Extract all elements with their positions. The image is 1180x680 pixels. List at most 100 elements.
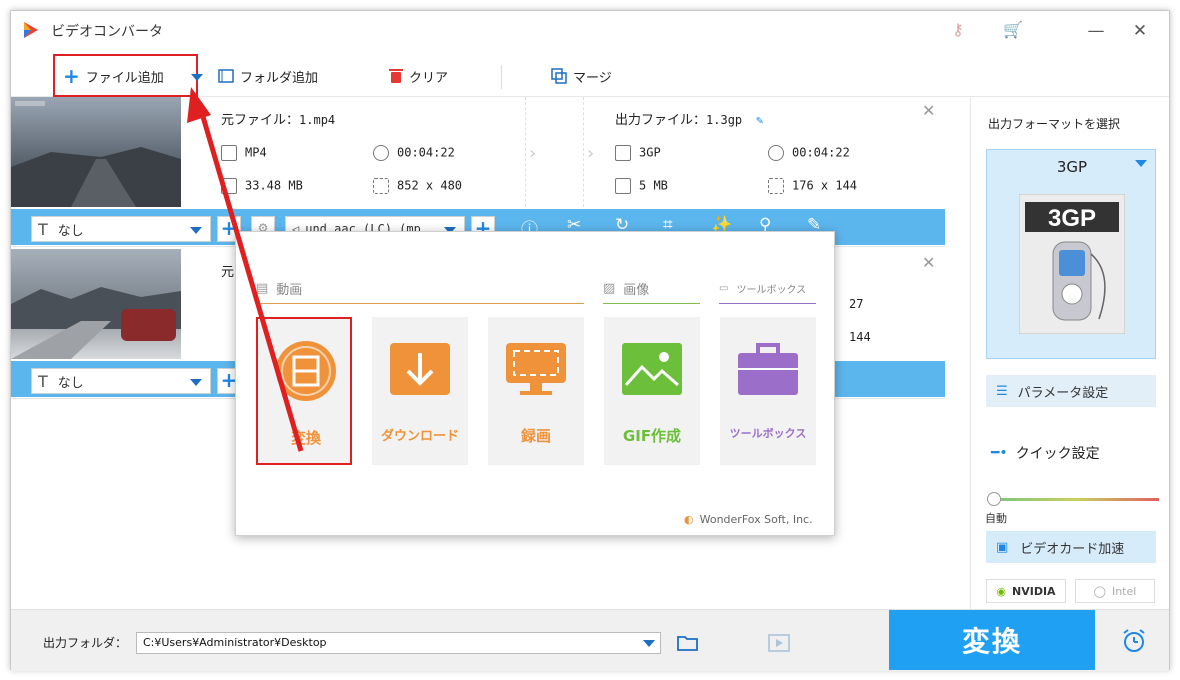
source-resolution: 852 x 480 xyxy=(397,178,463,193)
output-filename: 1.3gp xyxy=(706,113,743,127)
video-output-icon[interactable] xyxy=(768,633,790,653)
cart-icon[interactable]: 🛒 xyxy=(1001,20,1025,42)
text-icon: T xyxy=(38,219,48,239)
download-tile[interactable]: ダウンロード xyxy=(372,317,468,465)
video-section-header: ▤ 動画 xyxy=(256,274,584,304)
film-icon: ▤ xyxy=(256,281,269,296)
add-folder-button[interactable]: フォルダ追加 xyxy=(218,65,318,87)
screen-record-icon xyxy=(506,343,566,395)
gif-maker-tile[interactable]: GIF作成 xyxy=(604,317,700,465)
source-filename: 1.mp4 xyxy=(299,113,336,127)
gpu-acceleration-button[interactable]: ▣ ビデオカード加速 xyxy=(986,531,1156,563)
gpu-acceleration-label: ビデオカード加速 xyxy=(1020,541,1125,557)
quick-settings-icon: ━• xyxy=(991,445,1008,461)
record-tile-label: 録画 xyxy=(520,427,551,445)
row-divider xyxy=(525,97,526,207)
merge-icon xyxy=(551,68,567,84)
subtitle-value: なし xyxy=(57,375,84,391)
brand-label: WonderFox Soft, Inc. xyxy=(699,513,813,526)
output-label: 出力ファイル： xyxy=(615,113,707,128)
path-dropdown-icon[interactable] xyxy=(643,640,655,648)
add-file-label: ファイル追加 xyxy=(85,70,164,86)
video-format-icon xyxy=(221,145,237,161)
film-folder-icon xyxy=(218,69,234,83)
toolbar-divider xyxy=(501,65,502,89)
convert-film-icon xyxy=(276,341,336,401)
toolbox-tile-label: ツールボックス xyxy=(729,427,807,440)
intel-toggle[interactable]: ◯ Intel xyxy=(1075,579,1155,603)
intel-label: Intel xyxy=(1111,584,1137,598)
alarm-clock-icon[interactable] xyxy=(1121,628,1147,654)
toolbox-section-header: ▭ ツールボックス xyxy=(719,274,816,304)
trash-icon xyxy=(389,69,403,83)
subtitle-value: なし xyxy=(57,223,84,239)
output-duration: 00:04:22 xyxy=(792,145,850,160)
convert-button[interactable]: 変換 xyxy=(889,610,1095,670)
parameter-settings-label: パラメータ設定 xyxy=(1017,385,1109,401)
clear-label: クリア xyxy=(409,70,449,86)
record-tile[interactable]: 録画 xyxy=(488,317,584,465)
intel-logo-icon: ◯ xyxy=(1093,584,1106,598)
title-bar: ビデオコンバータ ⚷ 🛒 — ✕ xyxy=(11,11,1169,53)
subtitle-dropdown[interactable]: T なし xyxy=(31,216,211,242)
output-folder-label: 出力フォルダ： xyxy=(43,636,128,650)
toolbar: + ファイル追加 フォルダ追加 クリア マージ xyxy=(11,53,1169,97)
3gp-phone-icon: 3GP xyxy=(1019,194,1125,334)
key-icon[interactable]: ⚷ xyxy=(946,20,970,42)
app-logo-icon xyxy=(24,22,38,38)
gif-maker-tile-label: GIF作成 xyxy=(622,427,682,445)
start-menu-popup: ▤ 動画 ▨ 画像 ▭ ツールボックス 変換 ダウンロード 録画 GIF作成 ツールボ… xyxy=(235,231,835,536)
merge-button[interactable]: マージ xyxy=(551,65,612,87)
format-dropdown-icon xyxy=(1135,160,1147,167)
download-icon xyxy=(390,343,450,395)
file-size-icon xyxy=(615,178,631,194)
convert-tile-label: 変換 xyxy=(290,429,321,447)
bottom-bar: 出力フォルダ： C:¥Users¥Administrator¥Desktop 変… xyxy=(11,609,1169,671)
toolbox-tile[interactable]: ツールボックス xyxy=(720,317,816,465)
nvidia-toggle[interactable]: ◉ NVIDIA xyxy=(986,579,1066,603)
download-tile-label: ダウンロード xyxy=(380,429,459,444)
format-selector[interactable]: 3GP 3GP xyxy=(986,149,1156,359)
chevron-right-icon: › xyxy=(529,143,537,164)
open-folder-icon[interactable] xyxy=(677,634,699,652)
sliders-icon: ☰ xyxy=(996,383,1008,399)
source-size: 33.48 MB xyxy=(245,178,303,193)
output-folder-path[interactable]: C:¥Users¥Administrator¥Desktop xyxy=(136,632,661,654)
briefcase-icon: ▭ xyxy=(719,283,729,294)
remove-file-icon[interactable]: ✕ xyxy=(922,101,935,120)
dropdown-arrow-icon xyxy=(190,227,202,234)
output-size: 5 MB xyxy=(639,178,668,193)
add-file-dropdown-icon[interactable] xyxy=(191,74,203,82)
select-format-label: 出力フォーマットを選択 xyxy=(988,117,1121,131)
convert-tile[interactable]: 変換 xyxy=(256,317,352,465)
toolbox-icon xyxy=(738,343,798,395)
clear-button[interactable]: クリア xyxy=(389,65,448,87)
brand-footer: ◐ WonderFox Soft, Inc. xyxy=(684,513,813,526)
remove-file-icon[interactable]: ✕ xyxy=(922,253,935,272)
close-window-button[interactable]: ✕ xyxy=(1127,19,1153,43)
add-file-button[interactable]: + ファイル追加 xyxy=(63,65,164,87)
file-row[interactable]: 元ファイル：1.mp4 MP4 00:04:22 33.48 MB 852 x … xyxy=(11,97,945,247)
source-label: 元ファイル： xyxy=(221,113,300,128)
source-format: MP4 xyxy=(245,145,267,160)
chip-icon: ▣ xyxy=(996,539,1009,555)
minimize-button[interactable]: — xyxy=(1083,19,1109,43)
video-thumbnail xyxy=(11,97,181,207)
video-format-icon xyxy=(615,145,631,161)
output-duration-partial: 27 xyxy=(849,297,864,311)
app-window: ビデオコンバータ ⚷ 🛒 — ✕ + ファイル追加 フォルダ追加 クリア マージ xyxy=(10,10,1170,671)
quick-settings-header: ━• クイック設定 xyxy=(991,443,1100,463)
image-icon: ▨ xyxy=(603,281,616,296)
text-icon: T xyxy=(38,371,48,391)
subtitle-dropdown[interactable]: T なし xyxy=(31,368,211,394)
output-resolution: 176 x 144 xyxy=(792,178,858,193)
edit-pencil-icon[interactable]: ✎ xyxy=(756,113,763,127)
video-section-label: 動画 xyxy=(276,283,303,298)
merge-label: マージ xyxy=(573,70,612,86)
nvidia-label: NVIDIA xyxy=(1012,584,1056,598)
parameter-settings-button[interactable]: ☰ パラメータ設定 xyxy=(986,375,1156,407)
quality-slider-handle[interactable] xyxy=(987,492,1001,506)
chevron-right-icon: › xyxy=(587,143,595,164)
toolbox-section-label: ツールボックス xyxy=(736,285,807,296)
quality-slider-track[interactable] xyxy=(995,498,1159,501)
